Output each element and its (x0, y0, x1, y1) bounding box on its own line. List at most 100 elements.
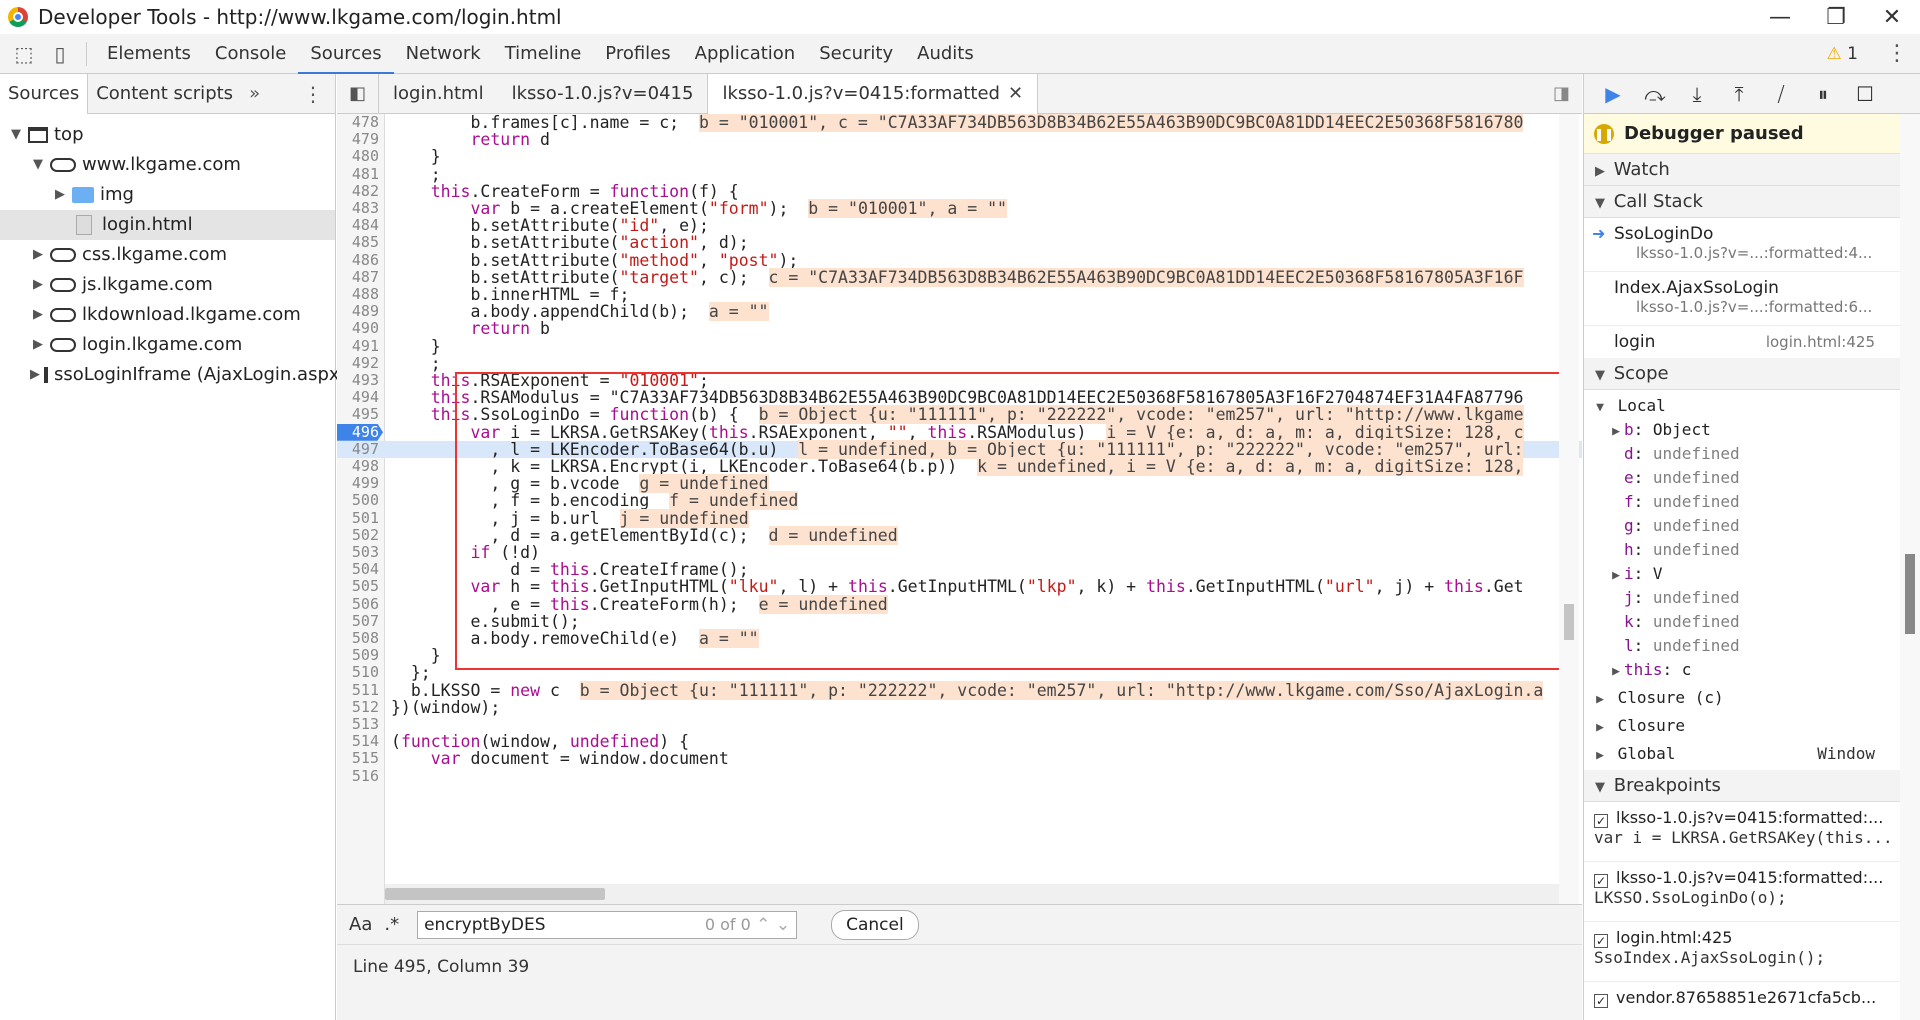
code-line[interactable]: 497 , l = LKEncoder.ToBase64(b.u) l = un… (337, 439, 1582, 459)
code-line[interactable]: 507 e.submit(); (337, 612, 1582, 630)
scope-group[interactable]: ▶ Closure (1584, 714, 1901, 738)
tab-application[interactable]: Application (683, 34, 808, 74)
collapsed-triangle-icon[interactable]: ▶ (52, 180, 68, 210)
code-line[interactable]: 478 b.frames[c].name = c; b = "010001", … (337, 114, 1582, 132)
line-number[interactable]: 516 (337, 767, 379, 785)
line-number[interactable]: 510 (337, 664, 379, 681)
tree-item[interactable]: ▶ img (0, 180, 335, 210)
close-tab-icon[interactable]: ✕ (1008, 83, 1023, 104)
navigator-more-icon[interactable]: » (241, 83, 268, 104)
callstack-frame-login[interactable]: login login.html:425 (1584, 326, 1901, 358)
vertical-scrollbar[interactable] (1559, 114, 1579, 904)
scope-variable[interactable]: ▶ i: V (1584, 562, 1901, 586)
horizontal-scrollbar[interactable] (385, 884, 1559, 904)
line-number[interactable]: 502 (337, 526, 379, 544)
tree-item[interactable]: ▶ ssoLoginIframe (AjaxLogin.aspx) (0, 360, 347, 390)
line-number[interactable]: 497 (337, 440, 379, 458)
code-line[interactable]: 479 return d (337, 130, 1582, 148)
step-over-icon[interactable]: ⤼ (1634, 74, 1676, 114)
tree-item[interactable]: ▼ www.lkgame.com (0, 150, 335, 180)
breakpoint-item[interactable]: ✓ lksso-1.0.js?v=0415:formatted:... LKSSO.… (1584, 862, 1901, 922)
breakpoint-checkbox[interactable]: ✓ (1594, 994, 1608, 1008)
line-number[interactable]: 503 (337, 543, 379, 561)
line-number[interactable]: 483 (337, 199, 379, 217)
line-number[interactable]: 493 (337, 371, 379, 389)
line-number[interactable]: 481 (337, 165, 379, 183)
line-number[interactable]: 513 (337, 715, 379, 733)
code-line[interactable]: 508 a.body.removeChild(e) a = "" (337, 629, 1582, 648)
line-number[interactable]: 488 (337, 285, 379, 303)
code-line[interactable]: 502 , d = a.getElementById(c); d = undef… (337, 525, 1582, 545)
tab-profiles[interactable]: Profiles (593, 34, 682, 74)
breakpoint-item[interactable]: ✓ login.html:425 SsoIndex.AjaxSsoLogin(); (1584, 922, 1901, 982)
sidebar-scroll-thumb[interactable] (1905, 554, 1915, 634)
line-number[interactable]: 492 (337, 354, 379, 372)
code-line[interactable]: 496 var i = LKRSA.GetRSAKey(this.RSAExpo… (337, 422, 1582, 442)
tab-sources[interactable]: Sources (298, 34, 394, 74)
code-line[interactable]: 511 b.LKSSO = new c b = Object {u: "1111… (337, 680, 1582, 700)
line-number[interactable]: 491 (337, 337, 379, 355)
scope-group[interactable]: ▶ Global Window (1584, 742, 1901, 766)
line-number[interactable]: 504 (337, 560, 379, 578)
breakpoint-checkbox[interactable]: ✓ (1594, 874, 1608, 888)
pause-on-exceptions-icon[interactable]: ⏸ (1802, 74, 1844, 114)
line-number[interactable]: 495 (337, 406, 379, 423)
code-line[interactable]: 499 , g = b.vcode g = undefined (337, 474, 1582, 494)
sidebar-scrollbar[interactable] (1900, 114, 1920, 1020)
code-line[interactable]: 491 } (337, 337, 1582, 355)
line-number[interactable]: 478 (337, 114, 379, 131)
code-line[interactable]: 486 b.setAttribute("method", "post"); (337, 251, 1582, 269)
line-number[interactable]: 515 (337, 750, 379, 767)
navigator-tab-sources[interactable]: Sources (0, 73, 89, 114)
scope-variable[interactable]: h: undefined (1584, 538, 1901, 562)
callstack-section-header[interactable]: ▼ Call Stack (1584, 186, 1901, 218)
navigator-tab-content-scripts[interactable]: Content scripts (88, 74, 241, 114)
code-line[interactable]: 516 (337, 767, 1582, 785)
code-line[interactable]: 495 this.SsoLoginDo = function(b) { b = … (337, 405, 1582, 425)
tree-item[interactable]: ▼ top (0, 120, 335, 150)
line-number[interactable]: 480 (337, 148, 379, 165)
scope-variable[interactable]: e: undefined (1584, 466, 1901, 490)
breakpoint-item[interactable]: ✓ lksso-1.0.js?v=0415:formatted:... var i … (1584, 802, 1901, 862)
code-line[interactable]: 501 , j = b.url j = undefined (337, 508, 1582, 528)
line-number[interactable]: 487 (337, 268, 379, 286)
tab-security[interactable]: Security (807, 34, 905, 74)
code-line[interactable]: 509 } (337, 646, 1582, 664)
collapsed-triangle-icon[interactable]: ▶ (30, 300, 46, 330)
line-number[interactable]: 507 (337, 612, 379, 630)
toggle-debugger-icon[interactable]: ◨ (1553, 74, 1570, 114)
code-line[interactable]: 505 var h = this.GetInputHTML("lku", l) … (337, 578, 1582, 596)
collapsed-triangle-icon[interactable]: ▶ (30, 240, 46, 270)
collapsed-triangle-icon[interactable]: ▶ (30, 360, 40, 390)
code-line[interactable]: 498 , k = LKRSA.Encrypt(i, LKEncoder.ToB… (337, 457, 1582, 476)
breakpoint-checkbox[interactable]: ✓ (1594, 934, 1608, 948)
collapsed-triangle-icon[interactable]: ▶ (1608, 564, 1624, 588)
toggle-navigator-icon[interactable]: ◧ (337, 73, 379, 114)
restore-button[interactable]: ❐ (1808, 0, 1864, 34)
line-number[interactable]: 508 (337, 629, 379, 647)
callstack-frame[interactable]: ➜ SsoLoginDo lksso-1.0.js?v=...:formatted:… (1584, 218, 1901, 272)
collapsed-triangle-icon[interactable]: ▶ (1608, 660, 1624, 684)
code-line[interactable]: 512})(window); (337, 698, 1582, 716)
minimize-button[interactable]: — (1752, 0, 1808, 34)
code-line[interactable]: 489 a.body.appendChild(b); a = "" (337, 302, 1582, 322)
line-number[interactable]: 485 (337, 234, 379, 251)
code-line[interactable]: 494 this.RSAModulus = "C7A33AF734DB563D8… (337, 388, 1582, 406)
code-line[interactable]: 510 }; (337, 664, 1582, 682)
code-line[interactable]: 488 b.innerHTML = f; (337, 285, 1582, 303)
device-mode-icon[interactable]: ▯ (42, 34, 78, 74)
line-number[interactable]: 500 (337, 492, 379, 509)
breakpoints-section-header[interactable]: ▼ Breakpoints (1584, 770, 1901, 802)
scope-group[interactable]: ▶ Closure (c) (1584, 686, 1901, 710)
line-number[interactable]: 499 (337, 474, 379, 492)
tab-audits[interactable]: Audits (905, 34, 986, 74)
scope-variable[interactable]: d: undefined (1584, 442, 1901, 466)
line-number[interactable]: 479 (337, 130, 379, 148)
devtools-menu-icon[interactable]: ⋮ (1886, 34, 1908, 74)
code-line[interactable]: 482 this.CreateForm = function(f) { (337, 182, 1582, 200)
search-input[interactable]: encryptByDES 0 of 0 ⌃ ⌄ (417, 910, 798, 939)
callstack-frame[interactable]: Index.AjaxSsoLogin lksso-1.0.js?v=...:for… (1584, 272, 1901, 326)
line-number[interactable]: 509 (337, 646, 379, 664)
code-line[interactable]: 492 ; (337, 354, 1582, 372)
scope-variable[interactable]: l: undefined (1584, 634, 1901, 658)
